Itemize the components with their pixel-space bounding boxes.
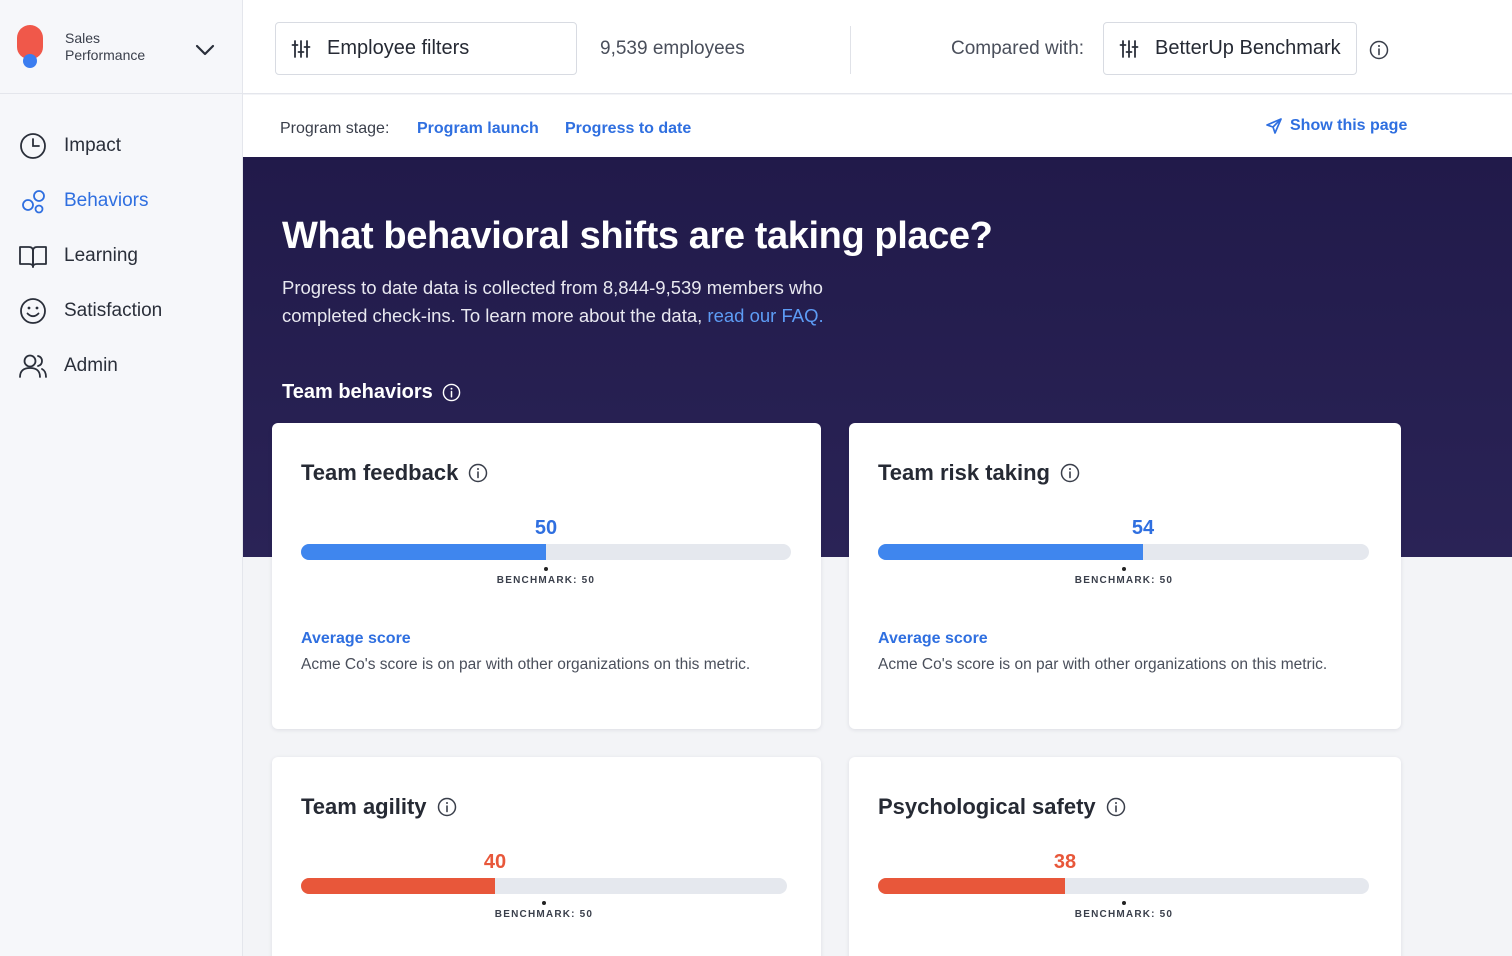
sidebar: Sales Performance Impact Behaviors Learn… — [0, 0, 243, 956]
card-title: Team agility — [301, 794, 457, 820]
program-stage-bar: Program stage: Program launch Progress t… — [243, 95, 1512, 157]
sidebar-item-behaviors[interactable]: Behaviors — [0, 173, 242, 228]
card-title-text: Team agility — [301, 794, 427, 819]
info-icon[interactable] — [468, 463, 488, 483]
score-value: 54 — [1131, 517, 1155, 539]
book-icon — [18, 241, 48, 271]
metric-card-team-agility: Team agility 40 BENCHMARK: 50 — [272, 757, 821, 956]
sliders-icon — [1119, 39, 1139, 58]
progress-to-date-link[interactable]: Progress to date — [565, 120, 691, 138]
score-bar-track — [301, 544, 791, 560]
average-score-description: Acme Co's score is on par with other org… — [301, 656, 751, 673]
benchmark-marker — [1122, 901, 1126, 905]
divider — [850, 26, 851, 74]
sliders-icon — [291, 39, 311, 58]
users-icon — [18, 351, 48, 381]
send-icon — [1266, 118, 1282, 134]
benchmark-label: BENCHMARK: 50 — [496, 575, 596, 586]
card-title: Team risk taking — [878, 460, 1080, 486]
sidebar-item-label: Learning — [64, 244, 138, 266]
metric-card-psychological-safety: Psychological safety 38 BENCHMARK: 50 — [849, 757, 1401, 956]
hero-description: Progress to date data is collected from … — [282, 274, 882, 330]
average-score-title: Average score — [878, 630, 988, 647]
info-icon[interactable] — [1060, 463, 1080, 483]
employee-count: 9,539 employees — [600, 38, 745, 59]
card-title: Team feedback — [301, 460, 488, 486]
chevron-down-icon[interactable] — [194, 43, 216, 57]
benchmark-label: BENCHMARK: 50 — [1074, 909, 1174, 920]
score-value: 50 — [534, 517, 558, 539]
show-this-page-link[interactable]: Show this page — [1265, 117, 1407, 135]
score-bar-track — [878, 878, 1369, 894]
behaviors-icon — [18, 186, 48, 216]
program-launch-link[interactable]: Program launch — [417, 120, 539, 138]
benchmark-marker — [542, 901, 546, 905]
metric-card-team-risk-taking: Team risk taking 54 BENCHMARK: 50 Average s… — [849, 423, 1401, 729]
card-title-text: Team risk taking — [878, 460, 1050, 485]
info-icon[interactable] — [437, 797, 457, 817]
sidebar-item-learning[interactable]: Learning — [0, 228, 242, 283]
score-bar-fill — [301, 544, 546, 560]
score-bar-track — [878, 544, 1369, 560]
clock-icon — [18, 131, 48, 161]
sidebar-item-label: Behaviors — [64, 189, 149, 211]
benchmark-marker — [544, 567, 548, 571]
team-behaviors-heading: Team behaviors — [282, 381, 461, 404]
page-title: What behavioral shifts are taking place? — [282, 215, 993, 257]
employee-filters-button[interactable]: Employee filters — [275, 22, 577, 75]
info-icon[interactable] — [442, 383, 461, 402]
benchmark-marker — [1122, 567, 1126, 571]
info-icon[interactable] — [1106, 797, 1126, 817]
benchmark-label: BENCHMARK: 50 — [494, 909, 594, 920]
score-bar-fill — [301, 878, 495, 894]
org-switcher[interactable]: Sales Performance — [0, 0, 242, 94]
show-this-page-label: Show this page — [1290, 117, 1408, 134]
team-behaviors-title: Team behaviors — [282, 381, 433, 403]
benchmark-label: BetterUp Benchmark — [1155, 37, 1341, 59]
score-bar-fill — [878, 878, 1065, 894]
smiley-icon — [18, 296, 48, 326]
faq-link[interactable]: read our FAQ. — [707, 305, 823, 326]
org-logo — [17, 24, 43, 69]
average-score-title: Average score — [301, 630, 411, 647]
program-stage-label: Program stage: — [280, 120, 390, 137]
benchmark-button[interactable]: BetterUp Benchmark — [1103, 22, 1357, 75]
card-title-text: Team feedback — [301, 460, 459, 485]
employee-filters-label: Employee filters — [327, 37, 470, 59]
score-value: 38 — [1053, 851, 1077, 873]
compared-with-label: Compared with: — [951, 38, 1085, 59]
sidebar-item-satisfaction[interactable]: Satisfaction — [0, 283, 242, 338]
average-score-description: Acme Co's score is on par with other org… — [878, 656, 1328, 673]
metric-card-team-feedback: Team feedback 50 BENCHMARK: 50 Average scor… — [272, 423, 821, 729]
card-title-text: Psychological safety — [878, 794, 1096, 819]
info-icon[interactable] — [1369, 40, 1389, 60]
score-bar-fill — [878, 544, 1143, 560]
sidebar-item-label: Admin — [64, 354, 118, 376]
card-title: Psychological safety — [878, 794, 1126, 820]
benchmark-label: BENCHMARK: 50 — [1074, 575, 1174, 586]
sidebar-item-admin[interactable]: Admin — [0, 338, 242, 393]
score-value: 40 — [483, 851, 507, 873]
sidebar-item-label: Impact — [64, 134, 122, 156]
top-bar: Employee filters 9,539 employees Compare… — [243, 0, 1512, 94]
sidebar-item-label: Satisfaction — [64, 299, 163, 321]
score-bar-track — [301, 878, 787, 894]
sidebar-item-impact[interactable]: Impact — [0, 118, 242, 173]
sidebar-nav: Impact Behaviors Learning Satisfaction A… — [0, 94, 242, 393]
org-name: Sales Performance — [65, 29, 146, 63]
